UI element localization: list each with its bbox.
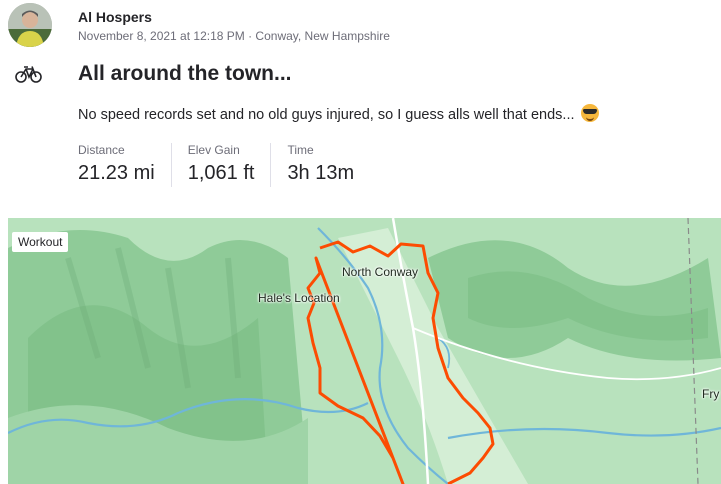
activity-title[interactable]: All around the town... bbox=[78, 62, 292, 86]
stat-label: Distance bbox=[78, 143, 125, 157]
activity-stats: Distance 21.23 mi Elev Gain 1,061 ft Tim… bbox=[78, 143, 386, 187]
map-label-north-conway: North Conway bbox=[342, 265, 419, 279]
stat-value: 1,061 ft bbox=[187, 162, 255, 184]
bike-icon bbox=[15, 65, 43, 83]
map-label-hales-location: Hale's Location bbox=[258, 291, 340, 305]
map-type-badge: Workout bbox=[12, 232, 69, 252]
stat-value: 21.23 mi bbox=[78, 162, 155, 184]
activity-meta: November 8, 2021 at 12:18 PM · Conway, N… bbox=[78, 29, 390, 43]
stat-time: Time 3h 13m bbox=[287, 143, 370, 187]
description-text: No speed records set and no old guys inj… bbox=[78, 107, 575, 123]
stat-distance: Distance 21.23 mi bbox=[78, 143, 172, 187]
stat-label: Time bbox=[287, 143, 314, 157]
avatar[interactable] bbox=[8, 3, 52, 47]
map-label-fryeburg: Fry bbox=[702, 387, 720, 401]
athlete-name[interactable]: Al Hospers bbox=[78, 9, 152, 25]
stat-elevation: Elev Gain 1,061 ft bbox=[188, 143, 272, 187]
route-map[interactable]: Workout North Conway Hale's Location Fry bbox=[8, 218, 721, 484]
stat-label: Elev Gain bbox=[187, 143, 240, 157]
activity-description: No speed records set and no old guys inj… bbox=[78, 104, 599, 123]
sunglasses-emoji-icon bbox=[580, 104, 599, 122]
stat-value: 3h 13m bbox=[287, 162, 355, 184]
